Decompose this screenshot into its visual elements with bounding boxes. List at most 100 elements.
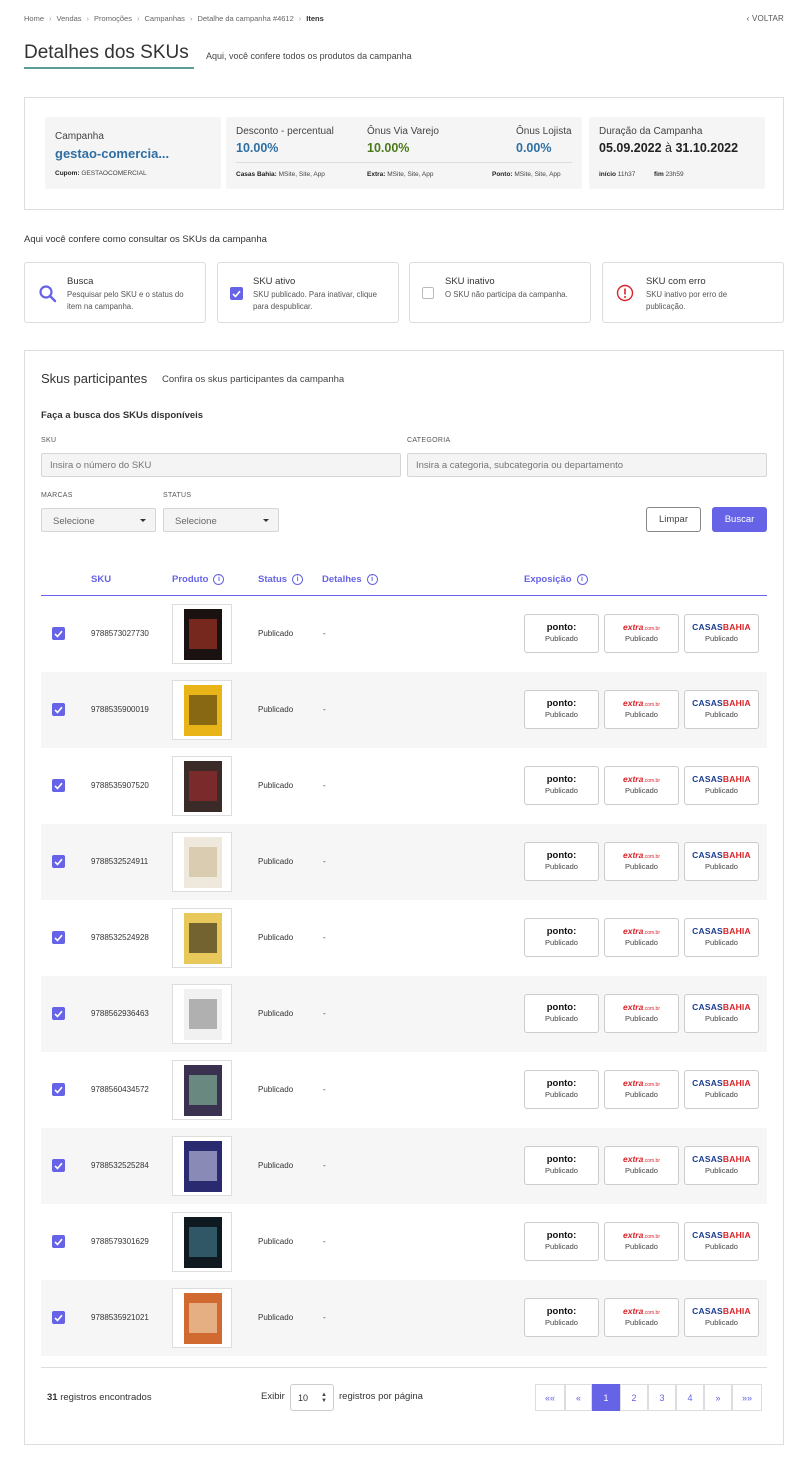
exposure-ponto[interactable]: ponto: Publicado: [524, 1298, 599, 1337]
exposure-ponto[interactable]: ponto: Publicado: [524, 690, 599, 729]
sku-active-checkbox[interactable]: [52, 627, 65, 640]
exposure-casas-bahia[interactable]: CASASBAHIA Publicado: [684, 994, 759, 1033]
product-thumbnail[interactable]: [172, 1060, 232, 1120]
page-button[interactable]: 3: [648, 1384, 676, 1411]
exposure-casas-bahia[interactable]: CASASBAHIA Publicado: [684, 1070, 759, 1109]
sku-active-checkbox[interactable]: [52, 1311, 65, 1324]
product-thumbnail[interactable]: [172, 832, 232, 892]
exposure-extra[interactable]: extra.com.br Publicado: [604, 918, 679, 957]
ponto-logo: ponto:: [546, 1305, 577, 1317]
sku-active-checkbox[interactable]: [52, 1007, 65, 1020]
product-thumbnail[interactable]: [172, 756, 232, 816]
breadcrumb-campaign-detail[interactable]: Detalhe da campanha #4612: [197, 14, 293, 23]
info-icon[interactable]: i: [576, 574, 588, 585]
casas-logo-b: BAHIA: [722, 926, 751, 936]
campaign-info-box: Campanha gestao-comercia... Cupom: GESTA…: [24, 97, 784, 210]
product-thumbnail[interactable]: [172, 680, 232, 740]
exposure-extra[interactable]: extra.com.br Publicado: [604, 1146, 679, 1185]
exposure-extra[interactable]: extra.com.br Publicado: [604, 994, 679, 1033]
ponto-logo: ponto:: [546, 621, 577, 633]
casas-logo-b: BAHIA: [722, 774, 751, 784]
product-thumbnail[interactable]: [172, 908, 232, 968]
campaign-card: Campanha gestao-comercia... Cupom: GESTA…: [45, 117, 221, 189]
page-button[interactable]: 1: [592, 1384, 620, 1411]
product-thumbnail[interactable]: [172, 984, 232, 1044]
search-button[interactable]: Buscar: [712, 507, 767, 532]
extra-logo-suffix: .com.br: [643, 1082, 660, 1088]
casas-bahia-logo: CASASBAHIA: [692, 850, 751, 860]
breadcrumb-promocoes[interactable]: Promoções: [94, 14, 132, 23]
product-thumbnail[interactable]: [172, 604, 232, 664]
page-button[interactable]: 2: [620, 1384, 648, 1411]
exposure-extra[interactable]: extra.com.br Publicado: [604, 842, 679, 881]
exposure-ponto[interactable]: ponto: Publicado: [524, 842, 599, 881]
sku-active-checkbox[interactable]: [52, 779, 65, 792]
product-thumbnail[interactable]: [172, 1288, 232, 1348]
breadcrumb-home[interactable]: Home: [24, 14, 44, 23]
exposure-ponto[interactable]: ponto: Publicado: [524, 994, 599, 1033]
exposure-casas-bahia[interactable]: CASASBAHIA Publicado: [684, 766, 759, 805]
breadcrumb-current: Itens: [306, 14, 324, 23]
exposure-casas-bahia[interactable]: CASASBAHIA Publicado: [684, 1222, 759, 1261]
sku-active-checkbox[interactable]: [52, 931, 65, 944]
exposure-extra[interactable]: extra.com.br Publicado: [604, 690, 679, 729]
exposure-ponto[interactable]: ponto: Publicado: [524, 614, 599, 653]
exposure-status: Publicado: [545, 1166, 578, 1175]
sku-active-checkbox[interactable]: [52, 703, 65, 716]
exposure-ponto[interactable]: ponto: Publicado: [524, 1222, 599, 1261]
exposure-ponto[interactable]: ponto: Publicado: [524, 918, 599, 957]
casas-bahia-logo: CASASBAHIA: [692, 926, 751, 936]
status-select[interactable]: Selecione: [163, 508, 279, 532]
book-cover-image: [184, 761, 222, 812]
start-label: início: [599, 171, 616, 178]
exposure-casas-bahia[interactable]: CASASBAHIA Publicado: [684, 690, 759, 729]
extra-logo: extra.com.br: [623, 1002, 660, 1012]
exposure-extra[interactable]: extra.com.br Publicado: [604, 614, 679, 653]
exposure-extra[interactable]: extra.com.br Publicado: [604, 1070, 679, 1109]
page-button[interactable]: «: [565, 1384, 592, 1411]
page-button[interactable]: ««: [535, 1384, 565, 1411]
sku-active-checkbox[interactable]: [52, 855, 65, 868]
table-row: 9788535907520 Publicado - ponto: Publicado ex…: [41, 748, 767, 824]
sku-active-checkbox[interactable]: [52, 1083, 65, 1096]
exposure-casas-bahia[interactable]: CASASBAHIA Publicado: [684, 918, 759, 957]
sku-details: -: [323, 857, 326, 866]
exposure-casas-bahia[interactable]: CASASBAHIA Publicado: [684, 1146, 759, 1185]
page-button[interactable]: 4: [676, 1384, 704, 1411]
exposure-casas-bahia[interactable]: CASASBAHIA Publicado: [684, 614, 759, 653]
category-input[interactable]: [407, 453, 767, 477]
clear-button[interactable]: Limpar: [646, 507, 701, 532]
exposure-ponto[interactable]: ponto: Publicado: [524, 1146, 599, 1185]
exposure-casas-bahia[interactable]: CASASBAHIA Publicado: [684, 1298, 759, 1337]
info-icon[interactable]: i: [292, 574, 304, 585]
exposure-ponto[interactable]: ponto: Publicado: [524, 1070, 599, 1109]
breadcrumb-separator: ›: [189, 14, 193, 23]
sku-status: Publicado: [258, 629, 294, 638]
exposure-ponto[interactable]: ponto: Publicado: [524, 766, 599, 805]
exposure-casas-bahia[interactable]: CASASBAHIA Publicado: [684, 842, 759, 881]
page-button[interactable]: »: [704, 1384, 732, 1411]
breadcrumb-vendas[interactable]: Vendas: [57, 14, 82, 23]
exposure-status: Publicado: [705, 1166, 738, 1175]
product-thumbnail[interactable]: [172, 1136, 232, 1196]
back-link[interactable]: ‹ VOLTAR: [747, 14, 784, 23]
col-header-exposure-label: Exposição: [524, 574, 572, 585]
info-icon[interactable]: i: [366, 574, 378, 585]
breadcrumb-campanhas[interactable]: Campanhas: [144, 14, 184, 23]
table-row: 9788532524911 Publicado - ponto: Publicado ex…: [41, 824, 767, 900]
info-icon[interactable]: i: [213, 574, 225, 585]
sku-active-checkbox[interactable]: [52, 1235, 65, 1248]
sku-input[interactable]: [41, 453, 401, 477]
exposure-extra[interactable]: extra.com.br Publicado: [604, 1298, 679, 1337]
page-button[interactable]: »»: [732, 1384, 762, 1411]
exposure-extra[interactable]: extra.com.br Publicado: [604, 766, 679, 805]
sku-active-checkbox[interactable]: [52, 1159, 65, 1172]
product-thumbnail[interactable]: [172, 1212, 232, 1272]
casas-logo-b: BAHIA: [722, 1078, 751, 1088]
col-header-exposure: Exposição i: [524, 574, 588, 585]
exposure-extra[interactable]: extra.com.br Publicado: [604, 1222, 679, 1261]
brands-select[interactable]: Selecione: [41, 508, 156, 532]
sku-details: -: [323, 933, 326, 942]
per-page-select[interactable]: 10 ▲ ▼: [290, 1384, 334, 1411]
sku-details: -: [323, 1313, 326, 1322]
